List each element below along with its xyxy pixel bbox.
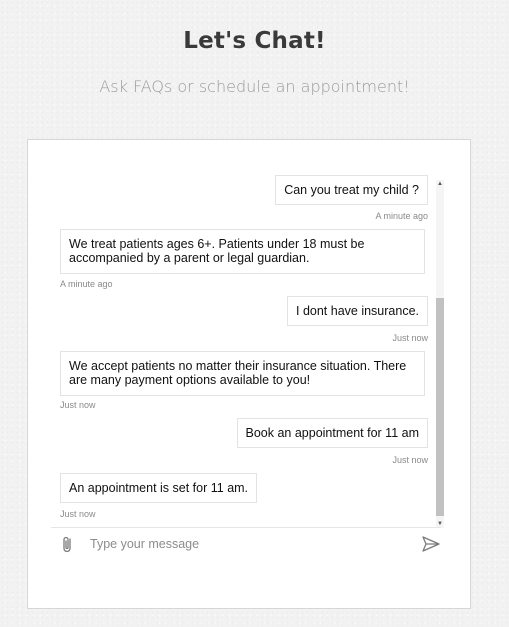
composer-divider (51, 527, 441, 528)
user-message-bubble: Book an appointment for 11 am (236, 418, 428, 448)
bot-message-bubble: An appointment is set for 11 am. (60, 473, 258, 503)
page-subtitle: Ask FAQs or schedule an appointment! (99, 77, 410, 96)
bot-message-bubble: We treat patients ages 6+. Patients unde… (60, 229, 425, 274)
message-input[interactable] (86, 533, 414, 555)
user-message-bubble: Can you treat my child ? (275, 175, 428, 205)
message-list: Can you treat my child ? A minute ago We… (28, 140, 471, 527)
send-icon (422, 536, 440, 552)
attach-button[interactable] (58, 534, 78, 554)
send-button[interactable] (421, 535, 441, 553)
chat-panel: Can you treat my child ? A minute ago We… (27, 139, 471, 609)
bot-message-bubble: We accept patients no matter their insur… (60, 351, 425, 396)
message-timestamp: A minute ago (375, 211, 428, 221)
message-timestamp: Just now (60, 509, 96, 519)
message-scrollbar[interactable]: ▲ ▼ (436, 180, 444, 528)
scrollbar-thumb[interactable] (436, 298, 444, 516)
message-timestamp: A minute ago (60, 279, 113, 289)
paperclip-icon (63, 536, 71, 553)
message-timestamp: Just now (392, 333, 428, 343)
user-message-bubble: I dont have insurance. (287, 296, 428, 326)
scroll-up-arrow-icon[interactable]: ▲ (436, 180, 444, 188)
message-timestamp: Just now (392, 455, 428, 465)
page-title: Let's Chat! (183, 28, 326, 54)
message-timestamp: Just now (60, 400, 96, 410)
